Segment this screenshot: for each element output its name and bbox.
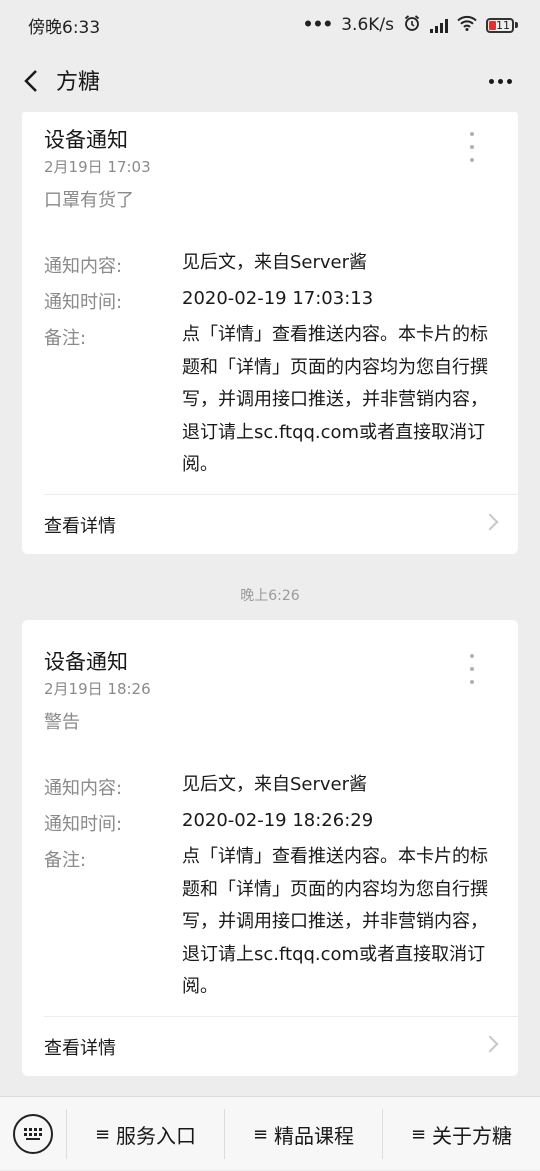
status-bar: 傍晚6:33 ••• 3.6K/s 11 — [0, 0, 540, 50]
view-details-label: 查看详情 — [44, 516, 116, 537]
menu-premium-courses[interactable]: ≡ 精品课程 — [225, 1097, 382, 1171]
back-arrow-icon — [24, 70, 37, 92]
card-subtitle: 警告 — [44, 712, 80, 733]
time-label: 通知时间: — [44, 814, 123, 835]
keyboard-icon — [24, 1128, 42, 1140]
keyboard-toggle-button[interactable] — [13, 1114, 53, 1154]
content-label: 通知内容: — [44, 778, 123, 799]
remark-label: 备注: — [44, 850, 87, 871]
status-icons: ••• 3.6K/s 11 — [303, 14, 518, 37]
notification-card[interactable]: 设备通知 2月19日 17:03 口罩有货了 通知内容: 见后文，来自Serve… — [22, 112, 518, 554]
menu-list-icon: ≡ — [410, 1123, 427, 1145]
more-options-button[interactable] — [482, 64, 518, 98]
menu-list-icon: ≡ — [94, 1123, 111, 1145]
remark-value: 点「详情」查看推送内容。本卡片的标题和「详情」页面的内容均为您自行撰写，并调用接… — [182, 324, 488, 475]
view-details-label: 查看详情 — [44, 1038, 116, 1059]
remark-value: 点「详情」查看推送内容。本卡片的标题和「详情」页面的内容均为您自行撰写，并调用接… — [182, 846, 488, 997]
content-value: 见后文，来自Server酱 — [182, 252, 368, 273]
chevron-right-icon — [481, 513, 499, 531]
menu-list-icon: ≡ — [252, 1123, 269, 1145]
content-value: 见后文，来自Server酱 — [182, 774, 368, 795]
time-value: 2020-02-19 17:03:13 — [182, 288, 374, 309]
content-label: 通知内容: — [44, 256, 123, 277]
page-title: 方糖 — [56, 70, 101, 95]
menu-label: 关于方糖 — [432, 1123, 513, 1148]
menu-service-entry[interactable]: ≡ 服务入口 — [67, 1097, 224, 1171]
message-feed[interactable]: 设备通知 2月19日 17:03 口罩有货了 通知内容: 见后文，来自Serve… — [0, 112, 540, 1096]
view-details-link[interactable]: 查看详情 — [22, 1016, 518, 1076]
status-time: 傍晚6:33 — [28, 17, 101, 38]
card-title: 设备通知 — [44, 128, 128, 152]
chevron-right-icon — [481, 1035, 499, 1053]
more-dots-icon: ••• — [302, 15, 334, 35]
signal-icon — [430, 18, 448, 33]
card-date: 2月19日 17:03 — [44, 158, 151, 176]
bottom-menu-bar: ≡ 服务入口 ≡ 精品课程 ≡ 关于方糖 — [0, 1096, 540, 1170]
chat-timestamp: 晚上6:26 — [240, 588, 300, 604]
nav-bar: 方糖 — [0, 50, 540, 112]
network-speed: 3.6K/s — [341, 15, 394, 35]
wifi-icon — [457, 15, 477, 36]
battery-level: 11 — [496, 18, 510, 32]
notification-card[interactable]: 设备通知 2月19日 18:26 警告 通知内容: 见后文，来自Server酱 … — [22, 620, 518, 1076]
card-title: 设备通知 — [44, 650, 128, 674]
menu-label: 精品课程 — [274, 1123, 355, 1148]
card-menu-icon[interactable] — [462, 654, 482, 684]
view-details-link[interactable]: 查看详情 — [22, 494, 518, 554]
time-label: 通知时间: — [44, 292, 123, 313]
back-button[interactable] — [16, 65, 48, 97]
card-subtitle: 口罩有货了 — [44, 190, 134, 211]
menu-label: 服务入口 — [116, 1123, 197, 1148]
remark-label: 备注: — [44, 328, 87, 349]
card-date: 2月19日 18:26 — [44, 680, 151, 698]
alarm-icon — [403, 14, 421, 37]
battery-icon: 11 — [486, 17, 518, 33]
time-value: 2020-02-19 18:26:29 — [182, 810, 374, 831]
card-menu-icon[interactable] — [462, 132, 482, 162]
menu-about[interactable]: ≡ 关于方糖 — [383, 1097, 540, 1171]
